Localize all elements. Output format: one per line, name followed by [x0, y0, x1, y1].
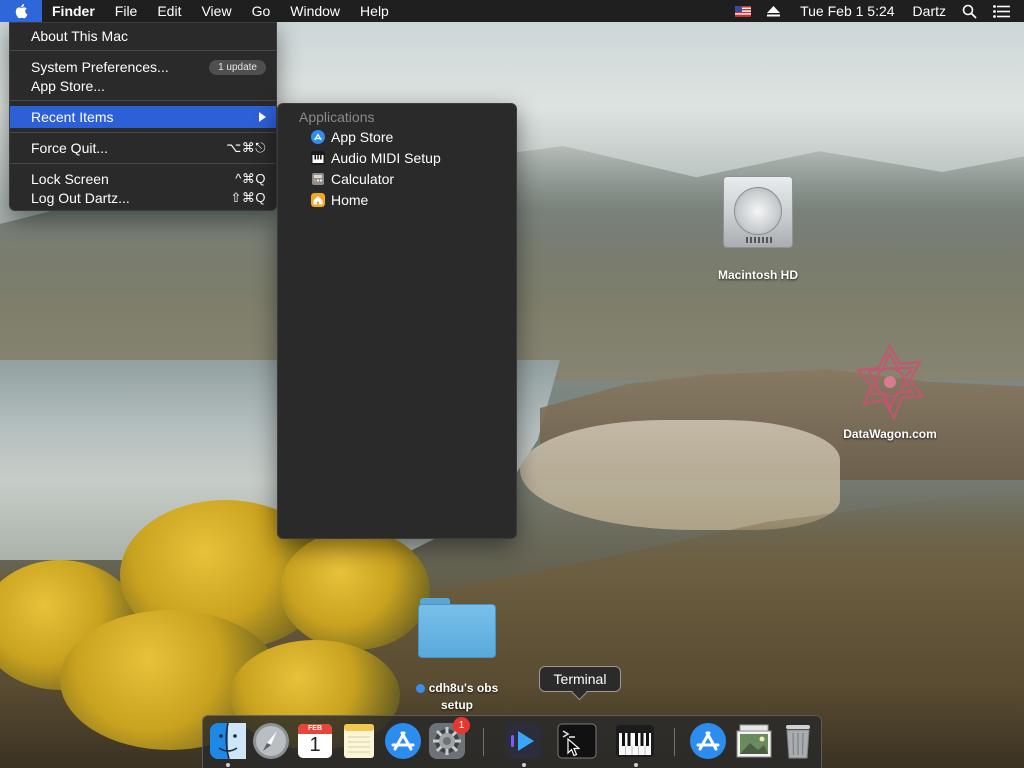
- folder-icon: [418, 598, 496, 658]
- apple-logo-icon: [15, 4, 28, 19]
- notification-center-list-icon[interactable]: [985, 0, 1024, 22]
- apple-menu-dropdown: About This Mac System Preferences... 1 u…: [9, 22, 277, 211]
- dock-running-indicator: [634, 763, 638, 767]
- mouse-cursor-icon: [567, 738, 580, 757]
- spotlight-search-icon[interactable]: [954, 0, 985, 22]
- menu-view[interactable]: View: [191, 0, 241, 22]
- dock-documents-stack-icon[interactable]: [734, 721, 774, 761]
- folder-label-line2: setup: [440, 698, 473, 712]
- menu-divider: [10, 163, 276, 164]
- menu-file[interactable]: File: [105, 0, 148, 22]
- lock-screen-item[interactable]: Lock Screen ^⌘Q: [10, 169, 276, 189]
- dock-system-preferences-icon[interactable]: 1: [427, 717, 470, 761]
- macintosh-hd-label: Macintosh HD: [717, 268, 798, 282]
- recent-audio-midi-setup-item[interactable]: Audio MIDI Setup: [311, 148, 441, 168]
- recent-app-store-label: App Store: [331, 129, 394, 145]
- menu-divider: [10, 100, 276, 101]
- lock-screen-shortcut: ^⌘Q: [235, 171, 266, 186]
- dock-running-indicator: [522, 763, 526, 767]
- dock-separator: [674, 728, 675, 756]
- menu-help[interactable]: Help: [350, 0, 399, 22]
- piano-keyboard-icon: [311, 151, 325, 165]
- recent-items-item[interactable]: Recent Items: [10, 106, 276, 128]
- menu-clock[interactable]: Tue Feb 1 5:24: [788, 0, 904, 22]
- app-store-item[interactable]: App Store...: [10, 76, 276, 96]
- recent-calculator-label: Calculator: [331, 171, 395, 187]
- menu-edit[interactable]: Edit: [147, 0, 191, 22]
- menu-user[interactable]: Dartz: [905, 0, 954, 22]
- dock-separator: [483, 728, 484, 756]
- dock-tooltip-terminal: Terminal: [539, 666, 621, 692]
- calculator-icon: [312, 173, 324, 185]
- about-this-mac-item[interactable]: About This Mac: [10, 26, 276, 46]
- dock-app-store-icon[interactable]: [383, 721, 423, 761]
- dock-finder-icon[interactable]: [208, 721, 248, 761]
- recent-home-item[interactable]: Home: [311, 190, 368, 210]
- dock-launchpad-icon[interactable]: [251, 721, 291, 761]
- submenu-header-applications: Applications: [299, 109, 375, 125]
- menu-finder[interactable]: Finder: [42, 0, 105, 22]
- notification-badge: 1: [453, 717, 470, 734]
- eject-icon[interactable]: [759, 0, 788, 22]
- datawagon-logo-icon: [855, 343, 925, 421]
- home-icon: [311, 193, 325, 207]
- recent-audio-midi-setup-label: Audio MIDI Setup: [331, 150, 441, 166]
- recent-home-label: Home: [331, 192, 369, 208]
- folder-label-line1: cdh8u's obs: [428, 681, 499, 695]
- system-preferences-label: System Preferences...: [31, 59, 169, 75]
- about-this-mac-label: About This Mac: [31, 28, 129, 44]
- log-out-shortcut: ⇧⌘Q: [230, 190, 266, 205]
- dock-trash-icon[interactable]: [778, 721, 818, 761]
- update-badge: 1 update: [209, 59, 266, 75]
- log-out-item[interactable]: Log Out Dartz... ⇧⌘Q: [10, 188, 276, 208]
- calendar-day: 1: [309, 734, 321, 756]
- dock-calendar-icon[interactable]: FEB 1: [295, 721, 335, 761]
- dock-running-indicator: [226, 763, 230, 767]
- recent-calculator-item[interactable]: Calculator: [311, 169, 394, 189]
- lock-screen-label: Lock Screen: [31, 171, 109, 187]
- dock-app-store-downloads-icon[interactable]: [688, 721, 728, 761]
- recent-items-label: Recent Items: [31, 109, 114, 125]
- recent-items-submenu: Applications App Store Audio MIDI Setup …: [277, 103, 517, 539]
- macintosh-hd-desktop-icon[interactable]: Macintosh HD: [702, 176, 814, 282]
- tag-blue-dot-icon: [415, 684, 425, 693]
- recent-app-store-item[interactable]: App Store: [311, 127, 393, 147]
- obs-setup-folder-desktop-icon[interactable]: cdh8u's obs setup: [399, 598, 515, 713]
- menu-window[interactable]: Window: [280, 0, 350, 22]
- system-preferences-item[interactable]: System Preferences... 1 update: [10, 57, 276, 77]
- log-out-label: Log Out Dartz...: [31, 190, 130, 206]
- calendar-month: FEB: [298, 724, 332, 734]
- submenu-arrow-icon: [259, 112, 266, 122]
- apple-menu-button[interactable]: [0, 0, 42, 22]
- datawagon-label: DataWagon.com: [843, 427, 937, 441]
- app-store-icon: [311, 130, 325, 144]
- menu-divider: [10, 50, 276, 51]
- force-quit-label: Force Quit...: [31, 140, 109, 156]
- force-quit-shortcut: ⌥⌘⎋: [226, 140, 266, 155]
- dock-play-app-icon[interactable]: [503, 721, 543, 761]
- datawagon-desktop-icon[interactable]: DataWagon.com: [830, 340, 950, 441]
- dock-notes-icon[interactable]: [339, 721, 379, 761]
- menu-divider: [10, 132, 276, 133]
- input-source-us-flag-icon[interactable]: [727, 0, 759, 22]
- dock-piano-icon[interactable]: [615, 721, 655, 761]
- force-quit-item[interactable]: Force Quit... ⌥⌘⎋: [10, 138, 276, 158]
- dock: FEB 1 1: [202, 715, 822, 768]
- menu-go[interactable]: Go: [242, 0, 281, 22]
- hard-drive-icon: [723, 176, 793, 248]
- menu-bar: Finder File Edit View Go Window Help Tue…: [0, 0, 1024, 22]
- app-store-label: App Store...: [31, 78, 105, 94]
